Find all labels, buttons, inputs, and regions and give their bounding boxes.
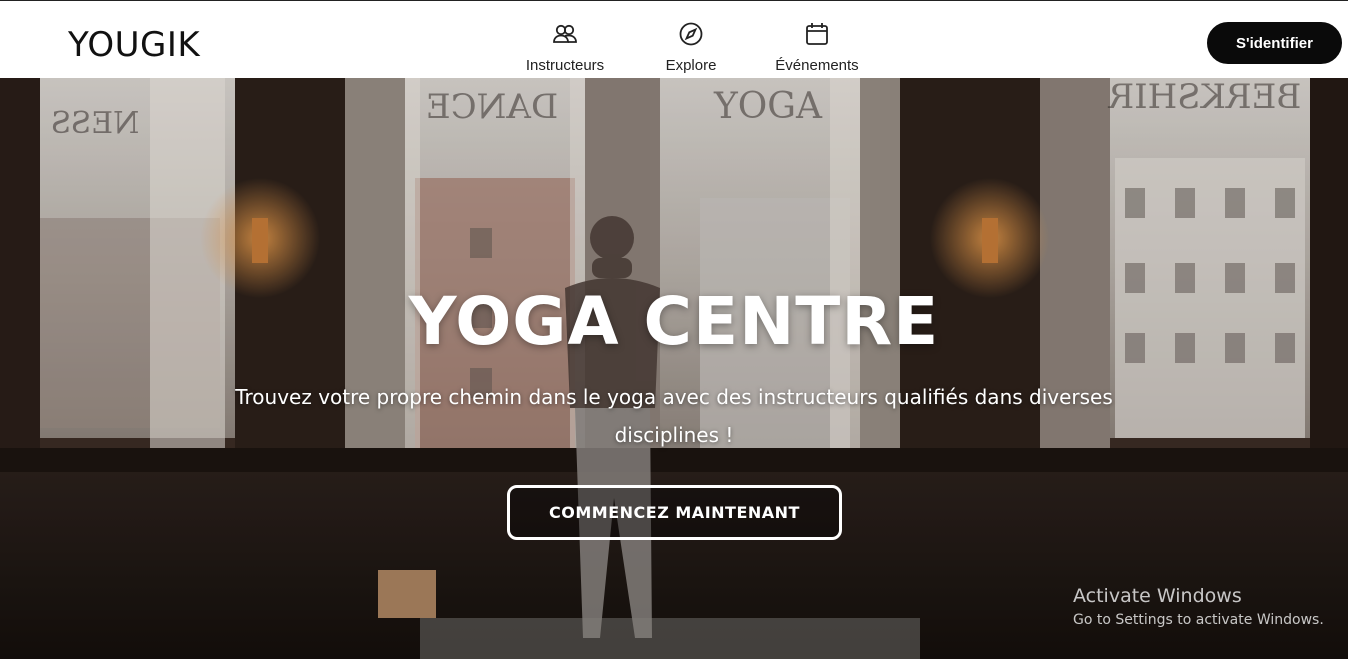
top-navbar: YOUGIK Instructeurs Explore Événements S… [0,0,1348,78]
activate-windows-title: Activate Windows [1073,585,1242,607]
compass-icon [677,21,705,47]
site-logo[interactable]: YOUGIK [68,25,200,65]
nav-item-instructeurs[interactable]: Instructeurs [510,1,620,79]
main-nav: Instructeurs Explore Événements [510,1,872,79]
signin-button[interactable]: S'identifier [1207,22,1342,64]
activate-windows-subtitle: Go to Settings to activate Windows. [1073,612,1324,628]
nav-item-label: Instructeurs [525,57,605,74]
people-icon [551,21,579,47]
hero-subtitle: Trouvez votre propre chemin dans le yoga… [235,385,1113,447]
calendar-icon [803,21,831,47]
nav-item-evenements[interactable]: Événements [762,1,872,79]
nav-item-label: Événements [775,57,859,74]
hero-overlay [0,78,1348,659]
nav-item-label: Explore [665,57,717,74]
hero-section: NESS DANCE YOGA BERKSHIR YOGA CENTRE Tro… [0,78,1348,659]
start-now-button[interactable]: COMMENCEZ MAINTENANT [507,485,842,540]
nav-item-explore[interactable]: Explore [620,1,762,79]
activate-windows-watermark: Activate Windows Go to Settings to activ… [1073,585,1324,628]
hero-title: YOGA CENTRE [408,283,940,360]
